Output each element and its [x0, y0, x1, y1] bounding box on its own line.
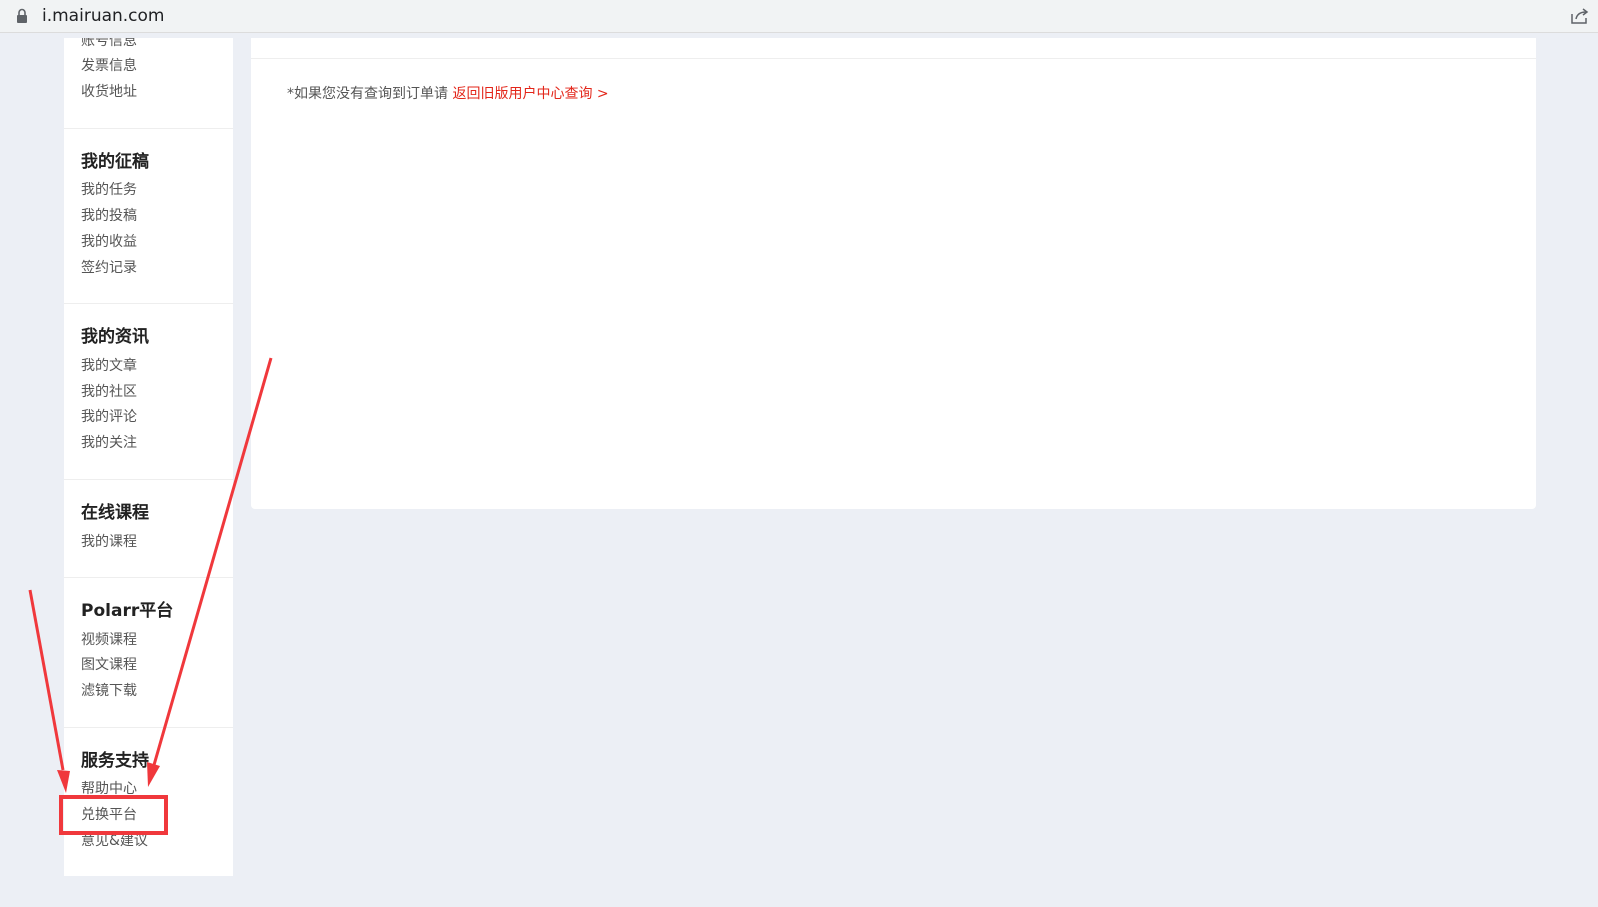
sidebar-item-submissions[interactable]: 我的投稿 [81, 206, 137, 226]
sidebar-item-earnings[interactable]: 我的收益 [81, 232, 137, 252]
sidebar-item-comments[interactable]: 我的评论 [81, 407, 137, 427]
sidebar-section-courses: 在线课程 我的课程 [64, 479, 233, 578]
sidebar-item-invoice[interactable]: 发票信息 [81, 56, 137, 76]
section-title: Polarr平台 [81, 601, 174, 621]
sidebar-item-redeem-platform[interactable]: 兑换平台 [81, 805, 137, 825]
section-title: 服务支持 [81, 751, 149, 771]
sidebar-item-community[interactable]: 我的社区 [81, 382, 137, 402]
sidebar-item-text-courses[interactable]: 图文课程 [81, 655, 137, 675]
section-title: 我的资讯 [81, 327, 149, 347]
browser-address-bar[interactable]: i.mairuan.com [0, 0, 1598, 33]
sidebar-item-my-courses[interactable]: 我的课程 [81, 532, 137, 552]
sidebar-item-filter-download[interactable]: 滤镜下载 [81, 681, 137, 701]
section-title: 在线课程 [81, 503, 149, 523]
sidebar-section-submissions: 我的征稿 我的任务 我的投稿 我的收益 签约记录 [64, 128, 233, 304]
sidebar-item-tasks[interactable]: 我的任务 [81, 180, 137, 200]
sidebar-item-help-center[interactable]: 帮助中心 [81, 779, 137, 799]
section-title: 我的征稿 [81, 152, 149, 172]
sidebar-item-address[interactable]: 收货地址 [81, 82, 137, 102]
main-header-strip [251, 38, 1536, 59]
sidebar-item-feedback[interactable]: 意见&建议 [81, 831, 148, 851]
share-icon[interactable] [1570, 7, 1590, 25]
order-notice: *如果您没有查询到订单请 返回旧版用户中心查询 > [287, 84, 609, 104]
sidebar: 账号信息 发票信息 收货地址 我的征稿 我的任务 我的投稿 我的收益 签约记录 … [64, 38, 233, 876]
sidebar-item-account-info[interactable]: 账号信息 [81, 38, 137, 51]
sidebar-section-polarr: Polarr平台 视频课程 图文课程 滤镜下载 [64, 577, 233, 728]
notice-text: *如果您没有查询到订单请 [287, 86, 453, 102]
old-user-center-link[interactable]: 返回旧版用户中心查询 > [452, 86, 608, 102]
sidebar-item-video-courses[interactable]: 视频课程 [81, 630, 137, 650]
main-content-panel: *如果您没有查询到订单请 返回旧版用户中心查询 > [251, 38, 1536, 509]
url-text[interactable]: i.mairuan.com [42, 4, 165, 28]
sidebar-section-news: 我的资讯 我的文章 我的社区 我的评论 我的关注 [64, 303, 233, 480]
sidebar-section-support: 服务支持 帮助中心 兑换平台 意见&建议 [64, 727, 233, 876]
sidebar-item-follows[interactable]: 我的关注 [81, 433, 137, 453]
sidebar-item-contracts[interactable]: 签约记录 [81, 258, 137, 278]
sidebar-item-articles[interactable]: 我的文章 [81, 356, 137, 376]
lock-icon [17, 8, 27, 23]
